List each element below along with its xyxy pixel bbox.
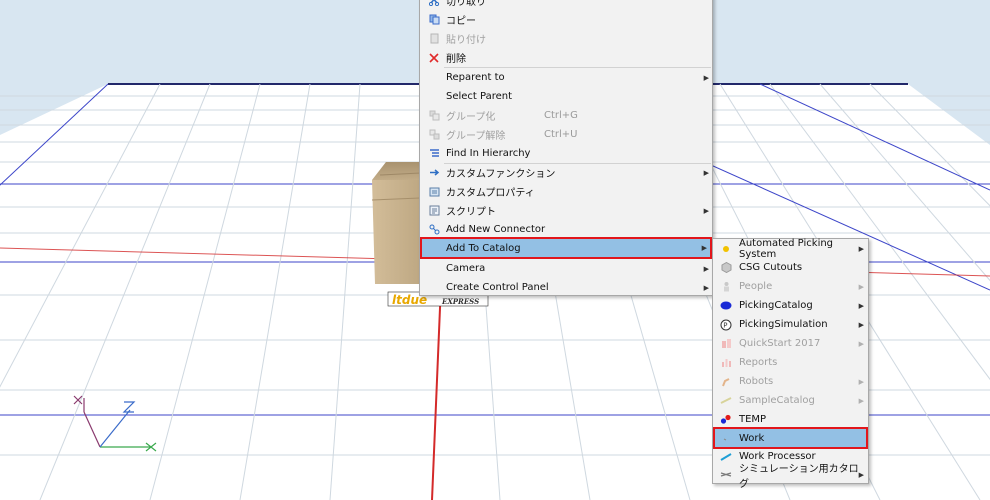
paste-icon [428, 33, 440, 45]
robot-icon [720, 376, 732, 388]
simulation-catalog-icon [720, 469, 732, 481]
submenu-item-label: People [739, 281, 773, 292]
submenu-item-label: PickingSimulation [739, 319, 828, 330]
hierarchy-icon [428, 148, 440, 160]
submenu-item-label: Reports [739, 357, 778, 368]
copy-icon [428, 14, 440, 26]
menu-item-find-in-hierarchy[interactable]: Find In Hierarchy [420, 144, 712, 163]
menu-item-label: 切り取り [446, 0, 486, 8]
menu-item-script[interactable]: スクリプト ▶ [420, 201, 712, 220]
submenu-item-label: PickingCatalog [739, 300, 813, 311]
submenu-item-picking-catalog[interactable]: PickingCatalog ▶ [713, 296, 868, 315]
submenu-arrow-icon: ▶ [858, 396, 864, 405]
menu-item-group[interactable]: グループ化 Ctrl+G [420, 106, 712, 125]
work-icon [720, 432, 732, 444]
menu-item-cut[interactable]: 切り取り [420, 0, 712, 10]
submenu-arrow-icon: ▶ [703, 264, 709, 273]
menu-item-label: Reparent to [446, 72, 505, 83]
menu-item-label: コピー [446, 16, 476, 27]
submenu-arrow-icon: ▶ [858, 339, 864, 348]
menu-item-select-parent[interactable]: Select Parent [420, 87, 712, 106]
submenu-arrow-icon: ▶ [858, 377, 864, 386]
menu-item-paste[interactable]: 貼り付け [420, 29, 712, 48]
submenu-item-reports[interactable]: Reports [713, 353, 868, 372]
submenu-item-label: Robots [739, 376, 774, 387]
menu-item-label: スクリプト [446, 207, 496, 218]
blue-blob-icon [720, 300, 732, 312]
submenu-arrow-icon: ▶ [858, 282, 864, 291]
menu-item-label: 貼り付け [446, 35, 486, 46]
properties-icon [428, 186, 440, 198]
people-icon [720, 281, 732, 293]
hexagon-icon [720, 262, 732, 274]
menu-item-label: カスタムファンクション [446, 169, 556, 180]
connector-icon [428, 224, 440, 236]
menu-item-label: Add To Catalog [446, 242, 521, 254]
submenu-item-label: TEMP [739, 414, 767, 425]
menu-item-add-to-catalog[interactable]: Add To Catalog ▶ [420, 237, 712, 259]
box-label-text: EXPRESS [441, 297, 479, 306]
reports-icon [720, 357, 732, 369]
menu-item-copy[interactable]: コピー [420, 10, 712, 29]
menu-item-create-control-panel[interactable]: Create Control Panel ▶ [420, 278, 712, 297]
menu-item-ungroup[interactable]: グループ解除 Ctrl+U [420, 125, 712, 144]
menu-item-camera[interactable]: Camera ▶ [420, 259, 712, 278]
script-icon [428, 205, 440, 217]
menu-item-reparent-to[interactable]: Reparent to ▶ [420, 68, 712, 87]
svg-text:P: P [723, 321, 727, 329]
yellow-dot-icon [720, 243, 732, 255]
work-processor-icon [720, 451, 732, 463]
submenu-item-csg-cutouts[interactable]: CSG Cutouts [713, 258, 868, 277]
scissors-icon [428, 0, 440, 7]
submenu-item-sample-catalog[interactable]: SampleCatalog ▶ [713, 391, 868, 410]
submenu-item-robots[interactable]: Robots ▶ [713, 372, 868, 391]
catalog-submenu: Automated Picking System ▶ CSG Cutouts P… [712, 237, 869, 490]
temp-dots-icon [720, 414, 732, 426]
shortcut-text: Ctrl+U [544, 129, 578, 140]
menu-item-custom-function[interactable]: カスタムファンクション ▶ [420, 163, 712, 182]
delete-icon [428, 52, 440, 64]
submenu-arrow-icon: ▶ [858, 320, 864, 329]
shortcut-text: Ctrl+G [544, 110, 578, 121]
submenu-item-label: CSG Cutouts [739, 262, 803, 273]
ungroup-icon [428, 129, 440, 141]
submenu-item-label: Automated Picking System [739, 237, 834, 260]
submenu-arrow-icon: ▶ [703, 283, 709, 292]
submenu-item-quickstart-2017[interactable]: QuickStart 2017 ▶ [713, 334, 868, 353]
submenu-item-simulation-catalog[interactable]: シミュレーション用カタログ ▶ [713, 464, 868, 490]
arrow-right-icon [428, 167, 440, 179]
menu-item-delete[interactable]: 削除 [420, 48, 712, 67]
submenu-arrow-icon: ▶ [858, 244, 864, 253]
submenu-arrow-icon: ▶ [858, 301, 864, 310]
menu-item-label: Camera [446, 263, 486, 274]
menu-item-label: Find In Hierarchy [446, 148, 531, 159]
quickstart-icon [720, 338, 732, 350]
submenu-arrow-icon: ▶ [703, 168, 709, 177]
menu-item-label: Create Control Panel [446, 282, 549, 293]
group-icon [428, 110, 440, 122]
sample-catalog-icon [720, 395, 732, 407]
menu-item-label: グループ化 [446, 112, 496, 123]
menu-item-label: 削除 [446, 54, 466, 65]
submenu-item-label: SampleCatalog [739, 395, 815, 406]
submenu-item-work[interactable]: Work [713, 427, 868, 449]
submenu-item-label: シミュレーション用カタログ [739, 463, 859, 490]
submenu-arrow-icon: ▶ [858, 470, 864, 479]
submenu-item-people[interactable]: People ▶ [713, 277, 868, 296]
submenu-arrow-icon: ▶ [701, 244, 707, 252]
submenu-arrow-icon: ▶ [703, 206, 709, 215]
cardboard-box [371, 162, 421, 284]
menu-item-label: カスタムプロパティ [446, 188, 535, 199]
menu-item-label: グループ解除 [446, 131, 506, 142]
context-menu: 切り取り コピー 貼り付け 削除 Reparent to ▶ Select Pa… [419, 0, 713, 296]
submenu-arrow-icon: ▶ [703, 73, 709, 82]
submenu-item-label: QuickStart 2017 [739, 338, 821, 349]
menu-item-label: Select Parent [446, 91, 513, 102]
submenu-item-picking-simulation[interactable]: P PickingSimulation ▶ [713, 315, 868, 334]
submenu-item-automated-picking-system[interactable]: Automated Picking System ▶ [713, 237, 868, 260]
menu-item-label: Add New Connector [446, 224, 546, 235]
picking-simulation-icon: P [720, 319, 732, 331]
submenu-item-label: Work [739, 432, 765, 444]
menu-item-custom-property[interactable]: カスタムプロパティ [420, 182, 712, 201]
